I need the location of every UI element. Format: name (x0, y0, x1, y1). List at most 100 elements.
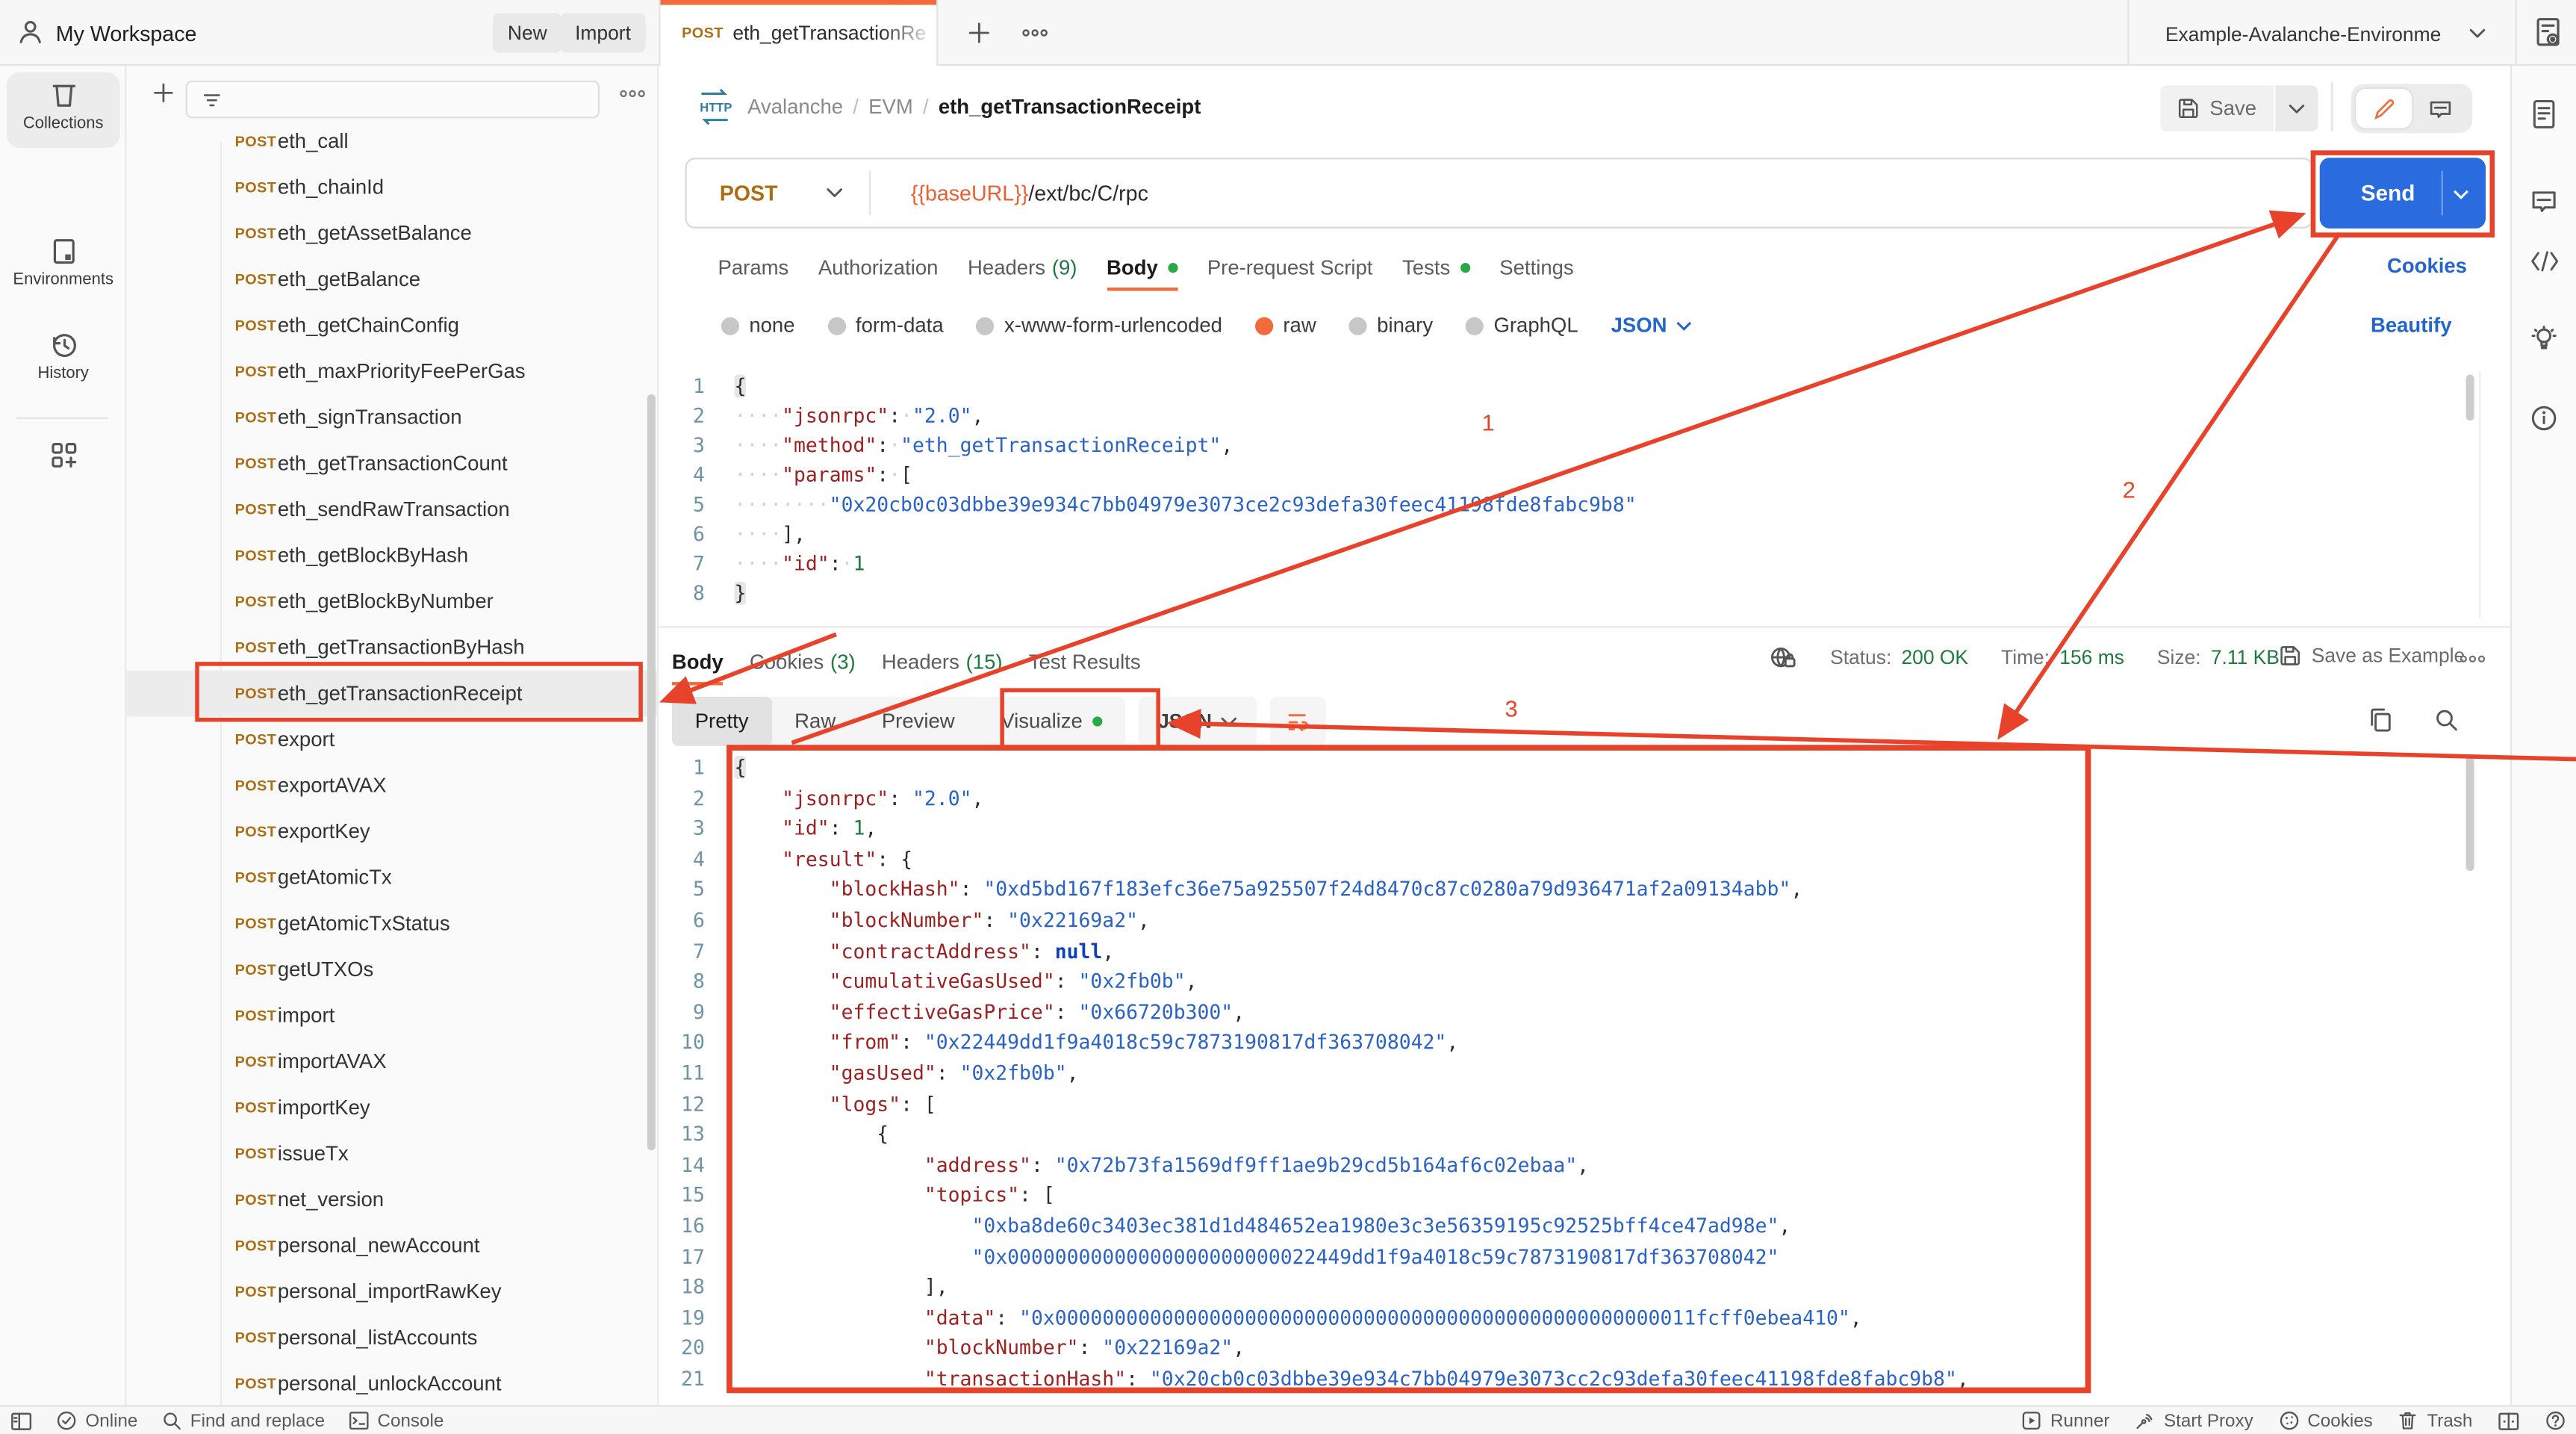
method-selector[interactable]: POST (720, 181, 778, 205)
comment-mode-button[interactable] (2412, 89, 2468, 128)
language-selector[interactable]: JSON (1611, 314, 1692, 337)
sidebar-request-item[interactable]: POST eth_getBlockByHash (126, 533, 657, 579)
add-request-button[interactable] (151, 81, 175, 105)
tab-body[interactable]: Body (1107, 256, 1178, 291)
code-snippet-icon[interactable] (2530, 249, 2560, 273)
sidebar-request-item[interactable]: POST eth_getBlockByNumber (126, 578, 657, 624)
lightbulb-icon[interactable] (2530, 326, 2557, 356)
tab-raw[interactable]: Raw (771, 697, 859, 746)
tab-settings[interactable]: Settings (1499, 256, 1573, 279)
sidebar-request-item[interactable]: POST personal_listAccounts (126, 1314, 657, 1361)
online-status[interactable]: Online (56, 1410, 137, 1432)
tab-options-icon[interactable] (1022, 26, 1048, 40)
body-mode-GraphQL[interactable]: GraphQL (1466, 314, 1578, 337)
toggle-sidebar-icon[interactable] (10, 1411, 33, 1430)
tab-authorization[interactable]: Authorization (818, 256, 939, 279)
user-icon[interactable] (16, 18, 44, 46)
sidebar-request-item[interactable]: POST eth_getChainConfig (126, 302, 657, 349)
beautify-link[interactable]: Beautify (2371, 314, 2452, 337)
console-button[interactable]: Console (348, 1410, 444, 1432)
sidebar-request-item[interactable]: POST personal_importRawKey (126, 1269, 657, 1315)
start-proxy-button[interactable]: Start Proxy (2134, 1410, 2253, 1432)
sidebar-request-item[interactable]: POST exportAVAX (126, 763, 657, 809)
search-response-icon[interactable] (2433, 707, 2460, 733)
response-body-editor[interactable]: 1{2 "jsonrpc": "2.0", 3 "id": 1, 4 "result… (659, 753, 2482, 1394)
tab-tests[interactable]: Tests (1402, 256, 1470, 279)
sidebar-request-item[interactable]: POST getUTXOs (126, 946, 657, 993)
save-button[interactable]: Save (2160, 85, 2274, 132)
documentation-icon[interactable] (2530, 99, 2557, 130)
tab-headers[interactable]: Headers (9) (968, 256, 1077, 279)
sidebar-request-item[interactable]: POST eth_getTransactionReceipt (126, 670, 658, 717)
info-icon[interactable] (2530, 404, 2557, 432)
sidebar-request-item[interactable]: POST getAtomicTx (126, 854, 657, 901)
sidebar-item-environments[interactable]: Environments (0, 237, 126, 289)
sidebar-request-item[interactable]: POST eth_getBalance (126, 256, 657, 302)
sidebar-request-item[interactable]: POST import (126, 993, 657, 1039)
cookies-link[interactable]: Cookies (2387, 255, 2467, 278)
url-input[interactable]: {{baseURL}}/ext/bc/C/rpc (911, 181, 1148, 205)
tab-body[interactable]: Body (671, 651, 724, 686)
body-mode-none[interactable]: none (721, 314, 795, 337)
copy-response-icon[interactable] (2368, 707, 2394, 733)
sidebar-request-item[interactable]: POST export (126, 716, 657, 763)
sidebar-request-item[interactable]: POST eth_call (126, 118, 657, 164)
sidebar-request-item[interactable]: POST getAtomicTxStatus (126, 901, 657, 947)
help-icon[interactable] (2545, 1410, 2566, 1432)
sidebar-request-item[interactable]: POST personal_unlockAccount (126, 1361, 657, 1405)
cookies-button[interactable]: Cookies (2278, 1410, 2373, 1432)
runner-button[interactable]: Runner (2020, 1410, 2109, 1432)
body-mode-form-data[interactable]: form-data (827, 314, 944, 337)
save-options-chevron[interactable] (2274, 85, 2318, 132)
environment-chevron-down-icon[interactable] (2469, 28, 2486, 39)
request-editor-scrollbar[interactable] (2465, 374, 2474, 421)
sidebar-request-item[interactable]: POST eth_getTransactionCount (126, 441, 657, 487)
size-value[interactable]: 7.11 KB (2211, 646, 2280, 669)
bottom-panel-icon[interactable] (2497, 1411, 2520, 1430)
find-and-replace-button[interactable]: Find and replace (161, 1410, 325, 1432)
sidebar-request-item[interactable]: POST issueTx (126, 1131, 657, 1177)
environment-quick-look-icon[interactable] (2533, 16, 2563, 49)
sidebar-request-item[interactable]: POST eth_signTransaction (126, 394, 657, 441)
body-mode-raw[interactable]: raw (1254, 314, 1316, 337)
new-button[interactable]: New (493, 13, 562, 53)
sidebar-request-item[interactable]: POST eth_maxPriorityFeePerGas (126, 348, 657, 394)
wrap-lines-button[interactable] (1269, 696, 1325, 746)
sidebar-request-item[interactable]: POST eth_chainId (126, 164, 657, 211)
tab-headers[interactable]: Headers (15) (882, 651, 1003, 674)
breadcrumb-folder[interactable]: EVM (868, 96, 913, 119)
environment-selector[interactable]: Example-Avalanche-Environme (2165, 23, 2441, 46)
status-value[interactable]: 200 OK (1901, 646, 1968, 669)
import-button[interactable]: Import (560, 13, 646, 53)
sidebar-filter-input[interactable] (185, 80, 600, 119)
sidebar-request-item[interactable]: POST eth_getTransactionByHash (126, 624, 657, 671)
request-body-editor[interactable]: 1{2 ····"jsonrpc":·"2.0", 3 ····"method":·"… (659, 371, 2482, 608)
comments-icon[interactable] (2530, 187, 2557, 215)
body-mode-binary[interactable]: binary (1348, 314, 1433, 337)
response-options-icon[interactable] (2460, 653, 2486, 666)
tab-pre-request-script[interactable]: Pre-request Script (1207, 256, 1373, 279)
request-tab[interactable]: POST eth_getTransactionRece (659, 0, 939, 66)
sidebar-request-item[interactable]: POST eth_getAssetBalance (126, 211, 657, 257)
breadcrumb-collection[interactable]: Avalanche (747, 96, 843, 119)
sidebar-request-item[interactable]: POST personal_newAccount (126, 1223, 657, 1269)
body-mode-x-www-form-urlencoded[interactable]: x-www-form-urlencoded (976, 314, 1222, 337)
tab-params[interactable]: Params (718, 256, 789, 279)
trash-button[interactable]: Trash (2398, 1410, 2472, 1432)
send-button[interactable]: Send (2319, 158, 2486, 229)
edit-mode-button[interactable] (2356, 88, 2412, 128)
sidebar-scrollbar[interactable] (647, 394, 656, 1151)
sidebar-request-item[interactable]: POST exportKey (126, 809, 657, 855)
send-options-chevron[interactable] (2453, 189, 2469, 200)
tab-test-results[interactable]: Test Results (1029, 651, 1141, 674)
method-chevron-down-icon[interactable] (827, 187, 844, 199)
tab-preview[interactable]: Preview (859, 697, 977, 746)
save-as-example-button[interactable]: Save as Example (2279, 645, 2465, 667)
sidebar-request-item[interactable]: POST importKey (126, 1084, 657, 1131)
tab-cookies[interactable]: Cookies (3) (750, 651, 856, 674)
response-format-selector[interactable]: JSON (1138, 696, 1257, 746)
network-icon[interactable] (1770, 645, 1797, 671)
tab-visualize[interactable]: Visualize (977, 697, 1125, 746)
tab-pretty[interactable]: Pretty (671, 696, 772, 746)
sidebar-request-item[interactable]: POST eth_sendRawTransaction (126, 486, 657, 533)
